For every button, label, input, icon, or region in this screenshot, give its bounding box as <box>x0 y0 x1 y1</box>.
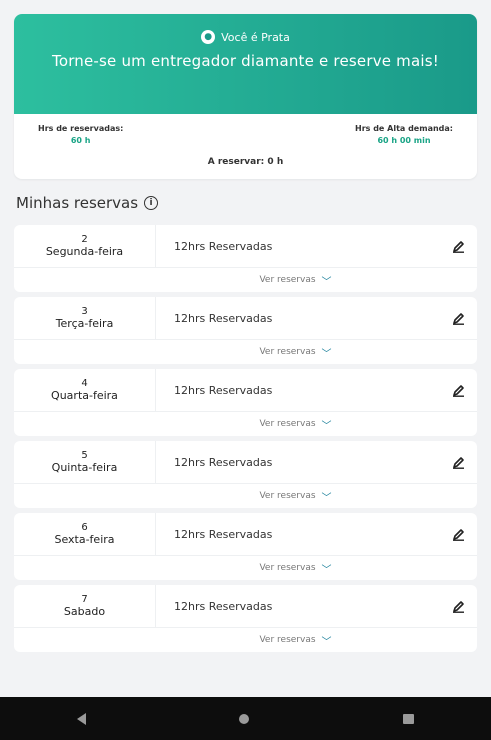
view-reservations-toggle[interactable]: Ver reservas ﹀ <box>14 412 477 436</box>
day-number: 4 <box>81 378 88 389</box>
day-name: Sexta-feira <box>54 533 115 546</box>
view-reservations-label: Ver reservas <box>259 419 316 429</box>
reservation-status: 12hrs Reservadas <box>174 455 273 469</box>
back-icon[interactable] <box>76 712 86 725</box>
reserved-hours-stat: Hrs de reservadas: 60 h <box>38 124 123 145</box>
page: ● Você é Prata Torne-se um entregador di… <box>14 14 477 657</box>
recent-apps-icon[interactable] <box>403 713 415 724</box>
reservation-item: 6 Sexta-feira 12hrs Reservadas Ver reser… <box>14 513 477 580</box>
view-reservations-label: Ver reservas <box>259 275 316 285</box>
view-reservations-label: Ver reservas <box>259 347 316 357</box>
day-name: Terça-feira <box>55 317 114 330</box>
pencil-icon[interactable] <box>439 225 477 267</box>
view-reservations-label: Ver reservas <box>259 635 316 645</box>
pencil-icon[interactable] <box>439 513 477 555</box>
view-reservations-toggle[interactable]: Ver reservas ﹀ <box>14 484 477 508</box>
reservation-item: 3 Terça-feira 12hrs Reservadas Ver reser… <box>14 297 477 364</box>
reservation-status: 12hrs Reservadas <box>174 599 273 613</box>
chevron-down-icon: ﹀ <box>321 348 332 360</box>
day-number: 2 <box>81 234 88 245</box>
chevron-down-icon: ﹀ <box>321 564 332 576</box>
reservation-status: 12hrs Reservadas <box>174 527 273 541</box>
view-reservations-toggle[interactable]: Ver reservas ﹀ <box>14 340 477 364</box>
day-cell: 5 Quinta-feira <box>14 441 156 483</box>
chevron-down-icon: ﹀ <box>321 492 332 504</box>
reservations-header: Minhas reservas i <box>16 194 477 212</box>
day-cell: 3 Terça-feira <box>14 297 156 339</box>
day-name: Segunda-feira <box>45 245 124 258</box>
reservation-item: 4 Quarta-feira 12hrs Reservadas Ver rese… <box>14 369 477 436</box>
banner-headline: Torne-se um entregador diamante e reserv… <box>52 52 439 70</box>
chevron-down-icon: ﹀ <box>321 276 332 288</box>
view-reservations-label: Ver reservas <box>259 563 316 573</box>
day-number: 3 <box>81 306 88 317</box>
day-cell: 7 Sabado <box>14 585 156 627</box>
level-banner: ● Você é Prata Torne-se um entregador di… <box>14 14 477 114</box>
info-icon[interactable]: i <box>144 196 159 210</box>
chevron-down-icon: ﹀ <box>321 636 332 648</box>
peak-hours-stat: Hrs de Alta demanda: 60 h 00 min <box>355 124 453 145</box>
day-cell: 4 Quarta-feira <box>14 369 156 411</box>
reservation-status: 12hrs Reservadas <box>174 311 273 325</box>
view-reservations-toggle[interactable]: Ver reservas ﹀ <box>14 556 477 580</box>
level-label: Você é Prata <box>221 30 290 44</box>
reservation-item: 2 Segunda-feira 12hrs Reservadas Ver res… <box>14 225 477 292</box>
chevron-down-icon: ﹀ <box>321 420 332 432</box>
view-reservations-toggle[interactable]: Ver reservas ﹀ <box>14 268 477 292</box>
pencil-icon[interactable] <box>439 297 477 339</box>
view-reservations-toggle[interactable]: Ver reservas ﹀ <box>14 628 477 652</box>
hours-stats: Hrs de reservadas: 60 h Hrs de Alta dema… <box>14 114 477 145</box>
day-name: Quarta-feira <box>51 389 118 402</box>
reserved-hours-value: 60 h <box>70 136 91 145</box>
pencil-icon[interactable] <box>439 585 477 627</box>
day-cell: 2 Segunda-feira <box>14 225 156 267</box>
day-number: 6 <box>81 522 88 533</box>
reserved-hours-label: Hrs de reservadas: <box>38 124 124 133</box>
day-number: 5 <box>81 450 88 461</box>
reservation-list: 2 Segunda-feira 12hrs Reservadas Ver res… <box>14 225 477 652</box>
peak-hours-label: Hrs de Alta demanda: <box>355 124 453 133</box>
day-name: Quinta-feira <box>51 461 118 474</box>
day-name: Sabado <box>63 605 106 618</box>
to-reserve-text: A reservar: 0 h <box>207 157 284 167</box>
level-row: ● Você é Prata <box>24 30 467 44</box>
day-cell: 6 Sexta-feira <box>14 513 156 555</box>
reservation-status: 12hrs Reservadas <box>174 239 273 253</box>
peak-hours-value: 60 h 00 min <box>377 136 431 145</box>
reservation-status: 12hrs Reservadas <box>174 383 273 397</box>
android-nav-bar <box>0 697 491 740</box>
pencil-icon[interactable] <box>439 441 477 483</box>
home-icon[interactable] <box>239 713 250 724</box>
section-title: Minhas reservas <box>16 194 139 212</box>
level-card: ● Você é Prata Torne-se um entregador di… <box>14 14 477 179</box>
medal-icon: ● <box>201 30 216 44</box>
pencil-icon[interactable] <box>439 369 477 411</box>
day-number: 7 <box>81 594 88 605</box>
view-reservations-label: Ver reservas <box>259 491 316 501</box>
reservation-item: 5 Quinta-feira 12hrs Reservadas Ver rese… <box>14 441 477 508</box>
reservation-item: 7 Sabado 12hrs Reservadas Ver reservas ﹀ <box>14 585 477 652</box>
